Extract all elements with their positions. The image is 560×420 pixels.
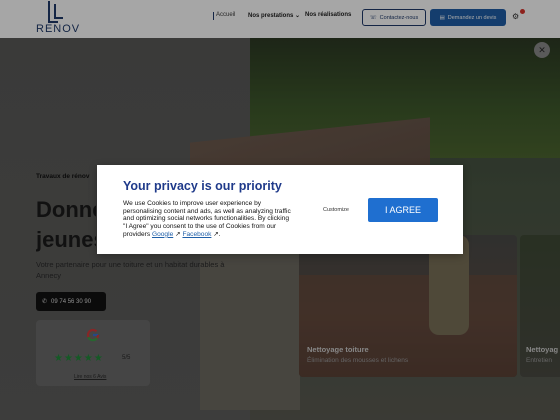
external-link-icon: ↗ (175, 230, 181, 238)
google-link[interactable]: Google (152, 231, 173, 238)
external-link-icon: ↗ (213, 230, 219, 238)
privacy-body: We use Cookies to improve user experienc… (123, 200, 291, 238)
privacy-title: Your privacy is our priority (123, 179, 282, 193)
customize-button[interactable]: Customize (323, 207, 349, 213)
agree-button[interactable]: I AGREE (368, 198, 438, 222)
privacy-modal: Your privacy is our priority We use Cook… (97, 165, 463, 254)
facebook-link[interactable]: Facebook (182, 231, 211, 238)
